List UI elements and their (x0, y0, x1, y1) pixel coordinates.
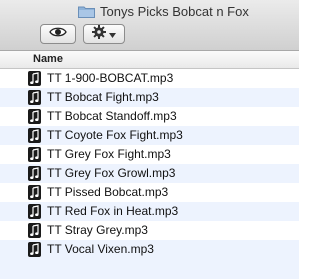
file-name: TT Grey Fox Fight.mp3 (47, 147, 171, 161)
column-header-label: Name (33, 53, 63, 65)
gear-icon (92, 24, 106, 44)
music-note-icon (28, 185, 41, 200)
file-name: TT Grey Fox Growl.mp3 (47, 166, 176, 180)
finder-window: Tonys Picks Bobcat n Fox Name TT 1-900-B… (0, 0, 299, 279)
file-name: TT Bobcat Standoff.mp3 (47, 109, 177, 123)
music-note-icon (28, 242, 41, 257)
music-note-icon (28, 128, 41, 143)
list-empty-stripe (0, 259, 299, 279)
file-name: TT 1-900-BOBCAT.mp3 (47, 71, 174, 85)
file-row[interactable]: TT Grey Fox Growl.mp3 (0, 164, 299, 183)
file-row[interactable]: TT Bobcat Standoff.mp3 (0, 107, 299, 126)
music-note-icon (28, 223, 41, 238)
name-column-header[interactable]: Name (0, 51, 299, 69)
quick-look-button[interactable] (40, 24, 76, 44)
eye-icon (49, 25, 67, 43)
file-row[interactable]: TT Pissed Bobcat.mp3 (0, 183, 299, 202)
music-note-icon (28, 166, 41, 181)
action-menu-button[interactable] (83, 24, 125, 44)
file-list: TT 1-900-BOBCAT.mp3 TT Bobcat Fight.mp3 TT… (0, 69, 299, 259)
file-row[interactable]: TT Vocal Vixen.mp3 (0, 240, 299, 259)
music-note-icon (28, 90, 41, 105)
file-name: TT Bobcat Fight.mp3 (47, 90, 159, 104)
file-row[interactable]: TT 1-900-BOBCAT.mp3 (0, 69, 299, 88)
file-name: TT Red Fox in Heat.mp3 (47, 204, 179, 218)
file-row[interactable]: TT Bobcat Fight.mp3 (0, 88, 299, 107)
window-title: Tonys Picks Bobcat n Fox (100, 3, 249, 19)
window-titlebar[interactable]: Tonys Picks Bobcat n Fox (0, 0, 299, 51)
file-name: TT Vocal Vixen.mp3 (47, 242, 154, 256)
file-row[interactable]: TT Coyote Fox Fight.mp3 (0, 126, 299, 145)
music-note-icon (28, 109, 41, 124)
file-name: TT Coyote Fox Fight.mp3 (47, 128, 183, 142)
music-note-icon (28, 147, 41, 162)
music-note-icon (28, 71, 41, 86)
folder-icon (78, 5, 95, 18)
window-title-group: Tonys Picks Bobcat n Fox (78, 2, 249, 20)
file-name: TT Stray Grey.mp3 (47, 223, 148, 237)
file-name: TT Pissed Bobcat.mp3 (47, 185, 169, 199)
music-note-icon (28, 204, 41, 219)
file-row[interactable]: TT Stray Grey.mp3 (0, 221, 299, 240)
file-row[interactable]: TT Grey Fox Fight.mp3 (0, 145, 299, 164)
file-row[interactable]: TT Red Fox in Heat.mp3 (0, 202, 299, 221)
chevron-down-icon (109, 25, 116, 43)
